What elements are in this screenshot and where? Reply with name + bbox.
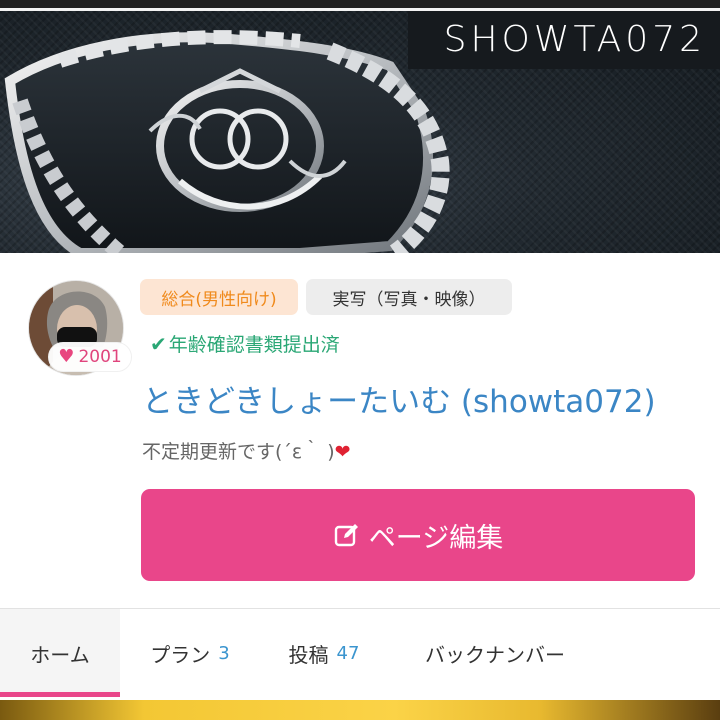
tab-home[interactable]: ホーム [0,609,120,697]
heart-icon: ♥ [58,346,75,367]
tab-plan[interactable]: プラン 3 [120,609,260,697]
tag-general[interactable]: 総合(男性向け) [140,279,298,315]
likes-count: 2001 [78,347,122,367]
active-tab-indicator [0,692,120,697]
heart-emoji: ❤ [334,441,351,463]
banner-title: SHOWTA072 [443,19,706,60]
edit-page-button[interactable]: ページ編集 [141,489,695,581]
tab-plan-count: 3 [218,642,230,664]
tab-plan-label: プラン [150,642,211,667]
tab-posts-count: 47 [336,642,360,664]
header-banner: SHOWTA072 [0,11,720,253]
profile-description: 不定期更新です(´ε｀ )❤ [142,437,351,464]
banner-title-box: SHOWTA072 [408,11,720,69]
edit-page-label: ページ編集 [368,522,504,554]
tab-back-number[interactable]: バックナンバー [388,609,602,697]
tag-photo[interactable]: 実写（写真・映像） [306,279,512,315]
top-bar [0,0,720,8]
content-preview-strip [0,700,720,720]
description-text: 不定期更新です(´ε｀ ) [142,441,335,463]
tab-posts[interactable]: 投稿 47 [260,609,388,697]
likes-badge: ♥ 2001 [48,342,132,372]
tab-back-number-label: バックナンバー [425,642,565,667]
edit-icon [334,524,358,547]
tab-posts-label: 投稿 [288,642,329,667]
check-icon: ✔ [150,331,167,356]
tab-home-label: ホーム [30,642,90,667]
verification-status: ✔ 年齢確認書類提出済 [150,330,340,357]
creator-name: ときどきしょーたいむ (showta072) [142,384,656,420]
verification-label: 年齢確認書類提出済 [168,334,340,356]
